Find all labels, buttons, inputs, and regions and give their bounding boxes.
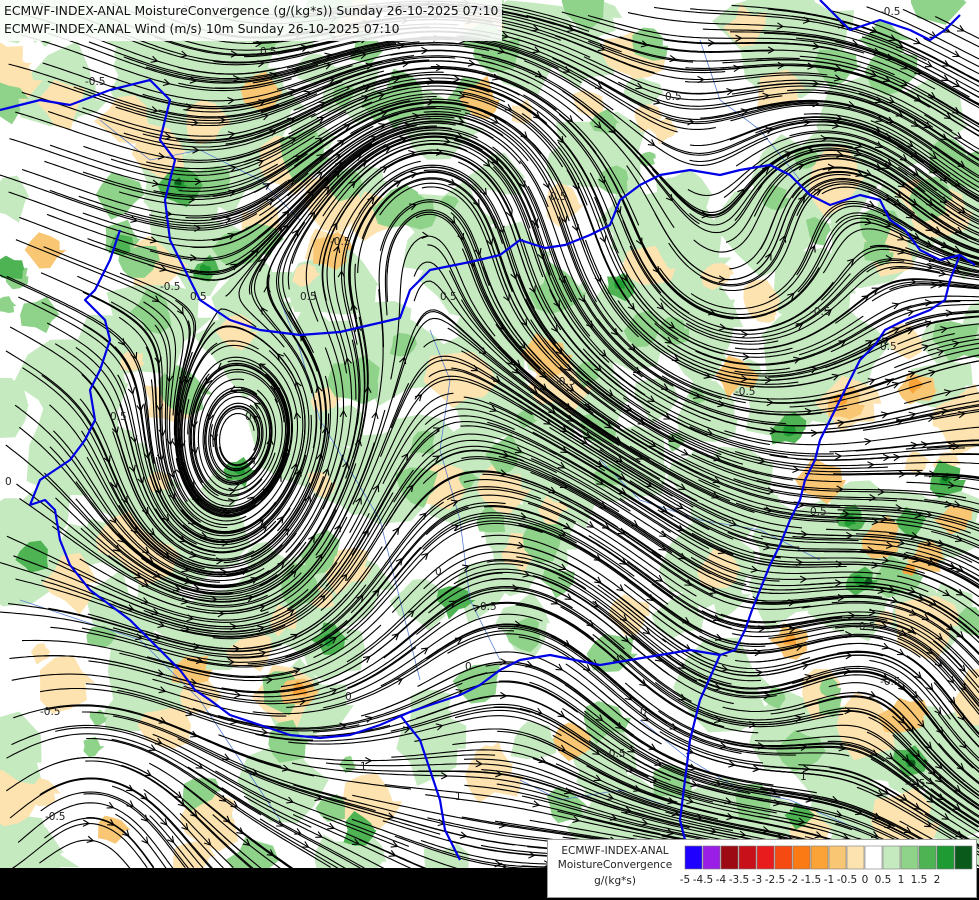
positive-convergence-patch: [0, 175, 30, 223]
contour-label: -0.5: [905, 778, 926, 790]
legend: ECMWF-INDEX-ANAL MoistureConvergence g/(…: [547, 839, 977, 898]
legend-unit-label: g/(kg*s): [594, 875, 636, 887]
moisture-convergence-map: -0.5 -0.5 -0.5 -0.5 -0.5 -0.5 -0.5 -0.5 -0.5 -0.5…: [0, 0, 979, 900]
legend-swatch: [720, 845, 739, 870]
legend-swatch: [828, 845, 847, 870]
contour-label: 0: [245, 411, 252, 423]
contour-label: 0: [465, 661, 472, 673]
negative-convergence-patch: [24, 232, 67, 269]
legend-swatch: [702, 845, 721, 870]
legend-swatch: [774, 845, 793, 870]
header-wind-title: ECMWF-INDEX-ANAL Wind (m/s) 10m Sunday 2…: [4, 21, 400, 36]
contour-label: 0.5: [190, 291, 207, 303]
contour-label: 1: [800, 771, 807, 783]
contour-label: 1: [455, 791, 462, 803]
legend-tick-labels: -5 -4.5 -4 -3.5 -3 -2.5 -2 -1.5 -1 -0.5 0 0.5 1 1.5 2: [680, 874, 974, 888]
contour-label: -0.5: [85, 76, 106, 88]
contour-label: -0.5: [810, 306, 831, 318]
legend-swatch: [864, 845, 883, 870]
contour-label: 0.5: [880, 341, 897, 353]
legend-swatch: [756, 845, 775, 870]
contour-label: -0.5: [735, 386, 756, 398]
contour-label: 0: [640, 706, 647, 718]
negative-convergence-patch: [30, 643, 52, 665]
legend-model-label: ECMWF-INDEX-ANAL: [561, 845, 669, 857]
positive-convergence-patch: [0, 296, 17, 313]
legend-tick-label: 2: [933, 874, 941, 886]
legend-variable-label: MoistureConvergence: [557, 859, 673, 871]
contour-label: 0.5: [550, 191, 567, 203]
negative-convergence-patch: [137, 707, 192, 749]
contour-label: -0.5: [855, 621, 876, 633]
wind-direction-arrow: [86, 835, 95, 844]
legend-swatch: [936, 845, 955, 870]
legend-swatch: [900, 845, 919, 870]
legend-swatch: [954, 845, 973, 870]
positive-convergence-patch: [83, 736, 105, 758]
legend-color-scale: [684, 845, 973, 870]
contour-label: -0.5: [330, 236, 351, 248]
legend-swatch: [882, 845, 901, 870]
wind-direction-arrow: [655, 574, 664, 582]
legend-swatch: [846, 845, 865, 870]
contour-label: -0.5: [605, 748, 626, 760]
contour-label: -0.5: [45, 811, 66, 823]
contour-label: -0.5: [555, 376, 576, 388]
negative-convergence-patch: [904, 450, 931, 474]
contour-label: -0.5: [880, 6, 901, 18]
legend-swatch: [738, 845, 757, 870]
contour-label: -0.5: [160, 281, 181, 293]
positive-convergence-patch: [638, 151, 656, 167]
legend-swatch: [918, 845, 937, 870]
contour-label: 0.5: [480, 601, 497, 613]
contour-label: 0: [5, 476, 12, 488]
contour-label: 0.5: [665, 91, 682, 103]
contour-label: 0.5: [300, 291, 317, 303]
contour-label: -0.5: [880, 676, 901, 688]
positive-convergence-patch: [0, 255, 25, 279]
contour-label: 0: [435, 566, 442, 578]
legend-swatch: [684, 845, 703, 870]
legend-swatch: [792, 845, 811, 870]
legend-swatch: [810, 845, 829, 870]
contour-label: 0.5: [440, 291, 457, 303]
header-moisture-title: ECMWF-INDEX-ANAL MoistureConvergence (g/…: [4, 3, 499, 18]
contour-label: 0: [345, 691, 352, 703]
contour-label: 0.5: [810, 506, 827, 518]
map-header: ECMWF-INDEX-ANAL MoistureConvergence (g/…: [0, 0, 503, 41]
wind-direction-arrow: [126, 800, 135, 808]
contour-label: -0.5: [40, 706, 61, 718]
positive-convergence-patch: [910, 0, 967, 25]
contour-label: 0.5: [110, 411, 127, 423]
contour-label: 0.5: [260, 46, 277, 58]
contour-label: 1: [360, 761, 367, 773]
